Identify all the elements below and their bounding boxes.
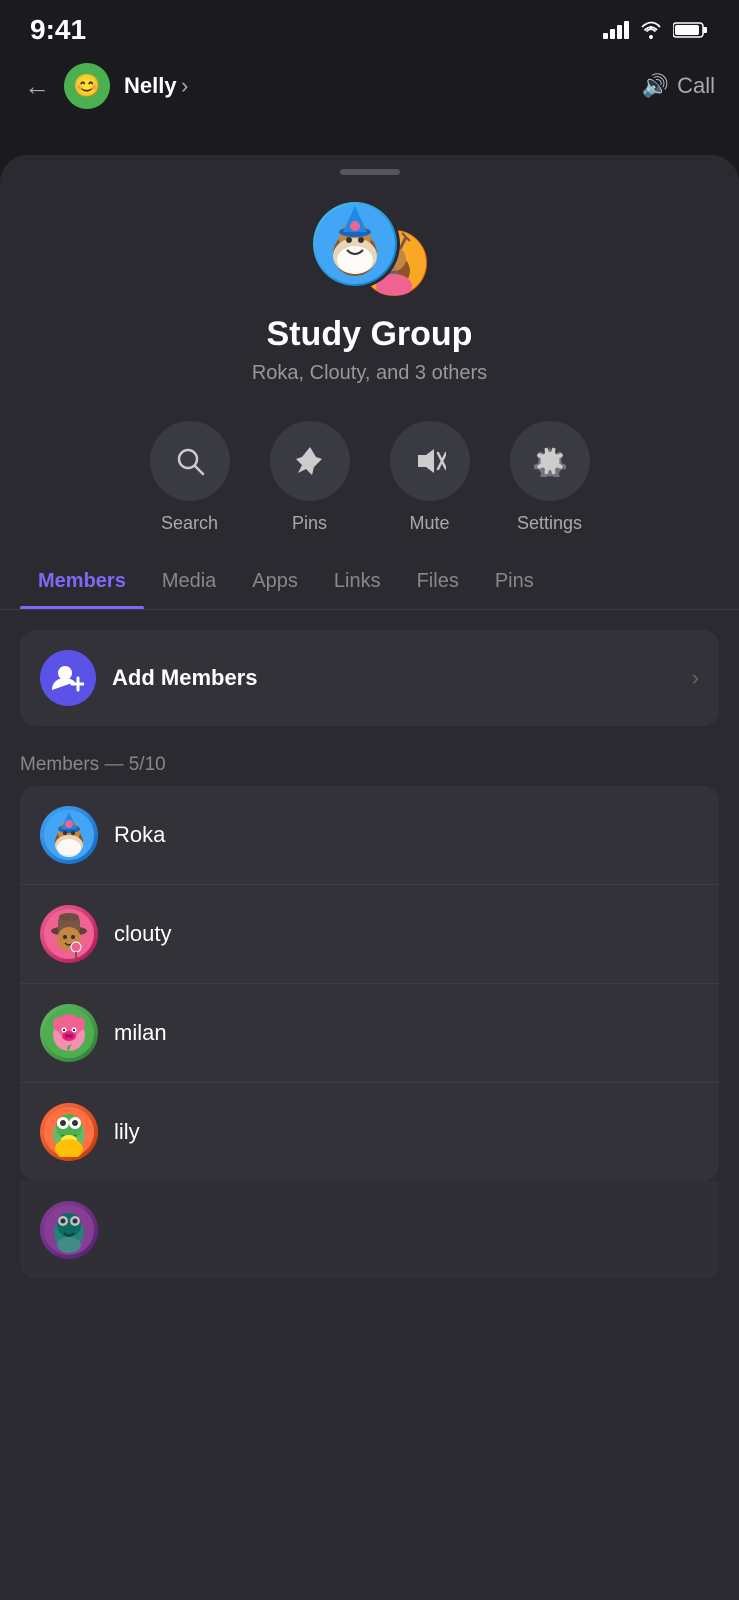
call-label[interactable]: Call <box>677 73 715 99</box>
member-avatar-milan <box>40 1004 98 1062</box>
member-item[interactable]: Roka <box>20 786 719 885</box>
clouty-avatar-art <box>44 909 94 959</box>
tab-apps[interactable]: Apps <box>234 554 316 609</box>
member-name-clouty: clouty <box>114 921 171 947</box>
member-item[interactable]: milan <box>20 984 719 1083</box>
tabs-container: Members Media Apps Links Files Pins <box>0 554 739 610</box>
avatar-main <box>310 199 400 289</box>
add-members-icon <box>40 650 96 706</box>
lily-avatar-art <box>44 1107 94 1157</box>
tab-members[interactable]: Members <box>20 554 144 609</box>
search-action[interactable]: Search <box>150 421 230 534</box>
status-bar: 9:41 <box>0 0 739 54</box>
nav-avatar: 😊 <box>64 63 110 109</box>
group-members-text: Roka, Clouty, and 3 others <box>0 362 739 385</box>
member-name-roka: Roka <box>114 822 165 848</box>
pins-label: Pins <box>292 513 327 534</box>
wifi-icon <box>639 21 663 39</box>
member-avatar-clouty <box>40 905 98 963</box>
chevron-right-icon: › <box>692 665 699 691</box>
nav-left: ← 😊 Nelly › <box>24 63 188 109</box>
search-icon-circle <box>150 421 230 501</box>
main-avatar-art <box>315 204 395 284</box>
member-item[interactable]: clouty <box>20 885 719 984</box>
group-name: Study Group <box>0 315 739 354</box>
mute-action[interactable]: Mute <box>390 421 470 534</box>
speaker-icon: 🔊 <box>642 73 669 99</box>
search-label: Search <box>161 513 218 534</box>
nav-contact-name: Nelly <box>124 73 177 98</box>
member-item-partial[interactable] <box>20 1181 719 1279</box>
other-avatar-art <box>44 1205 94 1255</box>
member-name-milan: milan <box>114 1020 167 1046</box>
member-name-lily: lily <box>114 1119 140 1145</box>
settings-icon-circle <box>510 421 590 501</box>
status-time: 9:41 <box>30 14 86 46</box>
group-avatar-section <box>0 175 739 315</box>
members-count: Members — 5/10 <box>0 734 739 786</box>
tab-links[interactable]: Links <box>316 554 399 609</box>
member-item[interactable]: lily <box>20 1083 719 1181</box>
bottom-sheet: Study Group Roka, Clouty, and 3 others S… <box>0 155 739 1600</box>
action-buttons: Search Pins Mute <box>0 385 739 554</box>
roka-avatar-art <box>44 810 94 860</box>
nav-right: 🔊 Call <box>642 73 715 99</box>
group-avatar-stack <box>310 199 430 299</box>
member-avatar-other <box>40 1201 98 1259</box>
back-button[interactable]: ← <box>24 71 50 102</box>
tab-files[interactable]: Files <box>399 554 477 609</box>
tab-pins[interactable]: Pins <box>477 554 552 609</box>
pins-action[interactable]: Pins <box>270 421 350 534</box>
status-icons <box>603 21 709 39</box>
mute-icon <box>414 445 446 477</box>
pins-icon <box>294 445 326 477</box>
settings-action[interactable]: Settings <box>510 421 590 534</box>
add-members-label: Add Members <box>112 665 676 691</box>
member-avatar-lily <box>40 1103 98 1161</box>
add-person-icon <box>52 662 84 694</box>
nav-chevron: › <box>181 73 188 98</box>
add-members-card[interactable]: Add Members › <box>20 630 719 726</box>
nav-contact-info: Nelly › <box>124 73 188 99</box>
tab-media[interactable]: Media <box>144 554 234 609</box>
search-icon <box>174 445 206 477</box>
settings-label: Settings <box>517 513 582 534</box>
settings-icon <box>534 445 566 477</box>
mute-icon-circle <box>390 421 470 501</box>
signal-icon <box>603 21 629 39</box>
milan-avatar-art <box>44 1008 94 1058</box>
battery-icon <box>673 21 709 39</box>
members-list: Roka <box>20 786 719 1181</box>
add-members-section: Add Members › <box>0 610 739 734</box>
member-avatar-roka <box>40 806 98 864</box>
nav-bar: ← 😊 Nelly › 🔊 Call <box>0 54 739 118</box>
pins-icon-circle <box>270 421 350 501</box>
mute-label: Mute <box>409 513 449 534</box>
